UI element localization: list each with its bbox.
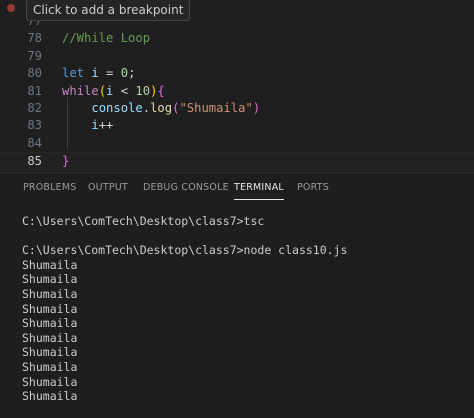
code-line[interactable]: 84	[0, 135, 474, 152]
code-text: }	[62, 153, 69, 170]
code-token: (	[98, 83, 107, 98]
tab-debug-console[interactable]: DEBUG CONSOLE	[143, 173, 229, 203]
code-token: ;	[128, 66, 136, 81]
code-line[interactable]: 83 i++	[0, 117, 474, 134]
breakpoint-tooltip: Click to add a breakpoint	[26, 0, 191, 21]
terminal-output[interactable]: C:\Users\ComTech\Desktop\class7>tsc C:\Us…	[0, 203, 474, 418]
code-token: "Shumaila"	[179, 101, 253, 115]
tab-ports[interactable]: PORTS	[297, 173, 329, 203]
terminal-line: Shumaila	[22, 301, 78, 316]
line-number: 80	[27, 66, 42, 81]
code-token: 0	[120, 66, 129, 81]
code-token: 10	[135, 83, 151, 98]
code-line[interactable]: 78 //While Loop	[0, 30, 474, 47]
terminal-line: Shumaila	[22, 272, 78, 287]
breakpoint-icon[interactable]	[7, 4, 15, 12]
code-token: =	[98, 66, 121, 81]
code-token: {	[157, 83, 165, 98]
code-token: i	[91, 66, 99, 81]
code-text: console.log("Shumaila")	[62, 100, 260, 117]
terminal-line: Shumaila	[22, 374, 78, 389]
code-token: i	[91, 118, 99, 133]
code-token: let	[62, 66, 85, 81]
tab-problems[interactable]: PROBLEMS	[23, 173, 76, 203]
line-number: 79	[27, 48, 42, 63]
code-line[interactable]: 82 console.log("Shumaila")	[0, 100, 474, 117]
terminal-line: C:\Users\ComTech\Desktop\class7>tsc	[22, 214, 265, 228]
line-number: 78	[27, 31, 42, 46]
code-line[interactable]: 81 while(i < 10){	[0, 83, 474, 100]
terminal-line: Shumaila	[22, 316, 78, 331]
code-text: i++	[62, 117, 113, 134]
terminal-line: Shumaila	[22, 257, 78, 272]
code-text: //While Loop	[62, 30, 150, 47]
code-token: )	[252, 101, 261, 115]
line-number: 82	[27, 101, 42, 115]
code-text: let i = 0;	[62, 65, 135, 82]
tab-terminal[interactable]: TERMINAL	[234, 173, 284, 203]
terminal-line: Shumaila	[22, 360, 78, 374]
terminal-line: Shumaila	[22, 345, 78, 360]
code-token: //While Loop	[62, 31, 151, 46]
code-token: while	[62, 83, 99, 98]
terminal-line: Shumaila	[22, 389, 78, 404]
code-editor[interactable]: 77 78//While Loop 79 80 let i = 0; 81 while(i …	[0, 0, 474, 172]
line-number: 81	[27, 83, 42, 98]
code-token: }	[62, 154, 70, 169]
panel-tabs: PROBLEMS OUTPUT DEBUG CONSOLE TERMINAL P…	[0, 173, 474, 203]
line-number: 85	[27, 154, 42, 169]
terminal-line: Shumaila	[22, 287, 78, 301]
code-text: while(i < 10){	[62, 83, 165, 100]
code-line[interactable]: 79	[0, 48, 474, 65]
indent-guide	[67, 97, 68, 149]
code-token: console	[91, 101, 143, 115]
terminal-line: C:\Users\ComTech\Desktop\class7>node cla…	[22, 243, 348, 258]
code-line[interactable]: 80 let i = 0;	[0, 65, 474, 82]
tab-output[interactable]: OUTPUT	[88, 173, 128, 203]
code-token: <	[113, 83, 136, 98]
line-number: 84	[27, 135, 42, 150]
code-token: log	[150, 101, 173, 115]
terminal-line: Shumaila	[22, 330, 78, 345]
code-line[interactable]: 85}	[0, 152, 474, 170]
code-token: .	[142, 101, 151, 115]
line-number: 83	[27, 118, 42, 133]
code-token: ++	[98, 118, 114, 133]
